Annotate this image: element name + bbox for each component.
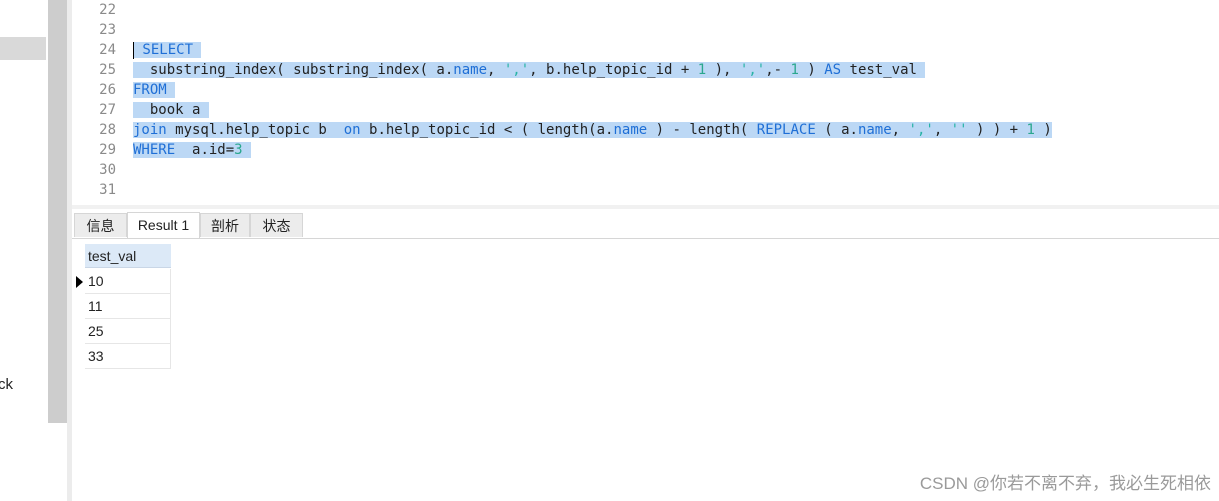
row-indicator[interactable] — [72, 344, 85, 369]
line-number: 26 — [99, 82, 116, 98]
result-tab-bar: 信息 Result 1 剖析 状态 — [72, 209, 1219, 239]
code-token: ) - length( — [647, 122, 757, 138]
left-sidebar: ck — [0, 0, 48, 501]
line-number: 27 — [99, 102, 116, 118]
code-token: , — [933, 122, 951, 138]
line-number: 31 — [99, 182, 116, 198]
code-token: ',' — [739, 62, 766, 78]
column-header-test-val[interactable]: test_val — [85, 244, 171, 268]
code-line[interactable]: WHERE a.id=3 — [133, 140, 252, 160]
line-number: 28 — [99, 122, 116, 138]
code-token: ) ) + — [967, 122, 1027, 138]
tab-info[interactable]: 信息 — [74, 213, 127, 237]
row-indicator[interactable] — [72, 269, 85, 294]
line-number: 24 — [99, 42, 116, 58]
code-token: mysql.help_topic b — [166, 122, 344, 138]
code-token: book a — [133, 102, 209, 118]
code-token: WHERE — [133, 142, 176, 158]
row-indicator[interactable] — [72, 319, 85, 344]
code-token: name — [857, 122, 892, 138]
code-token: AS — [824, 62, 842, 78]
code-token: 1 — [790, 62, 799, 78]
code-line[interactable]: SELECT — [133, 40, 202, 60]
line-number: 25 — [99, 62, 116, 78]
code-line[interactable]: join mysql.help_topic b on b.help_topic_… — [133, 120, 1052, 140]
code-token: , b.help_topic_id + — [529, 62, 698, 78]
code-token: ',' — [908, 122, 934, 138]
code-token: SELECT — [134, 42, 202, 58]
code-token: join — [133, 122, 167, 138]
result-cell[interactable]: 25 — [85, 319, 171, 344]
code-line[interactable]: book a — [133, 100, 209, 120]
code-token: name — [453, 62, 488, 78]
tab-result-1[interactable]: Result 1 — [127, 212, 200, 238]
code-token: a.id= — [175, 142, 235, 158]
result-cell[interactable]: 11 — [85, 294, 171, 319]
current-row-arrow-icon — [76, 276, 83, 288]
code-token: , — [891, 122, 909, 138]
code-token: 1 — [697, 62, 707, 78]
code-token: ) — [1034, 122, 1052, 138]
result-grid: test_val 10 11 25 33 — [72, 239, 1219, 501]
code-token: ) — [798, 62, 825, 78]
code-token: ), — [706, 62, 740, 78]
code-token: test_val — [841, 62, 926, 78]
sql-editor[interactable]: 22 23 24 SELECT 25 substring_index( substr… — [72, 0, 1219, 205]
code-token: , — [487, 62, 504, 78]
code-token: ',' — [503, 62, 530, 78]
code-token: FROM — [133, 82, 167, 98]
result-cell[interactable]: 10 — [85, 269, 171, 294]
code-token: on — [343, 122, 361, 138]
code-token: 3 — [234, 142, 243, 158]
csdn-watermark: CSDN @你若不离不弃，我必生死相依 — [919, 474, 1211, 493]
row-indicator[interactable] — [72, 294, 85, 319]
tab-status[interactable]: 状态 — [250, 213, 303, 237]
code-line[interactable]: FROM — [133, 80, 176, 100]
code-token: 1 — [1026, 122, 1035, 138]
line-number: 29 — [99, 142, 116, 158]
code-token: '' — [950, 122, 968, 138]
code-token: REPLACE — [756, 122, 816, 138]
line-number: 22 — [99, 2, 116, 18]
tab-profile[interactable]: 剖析 — [200, 213, 250, 237]
code-token: name — [613, 122, 648, 138]
code-line[interactable]: substring_index( substring_index( a.name… — [133, 60, 926, 80]
line-number: 23 — [99, 22, 116, 38]
code-token: b.help_topic_id < ( length(a. — [360, 122, 614, 138]
line-number: 30 — [99, 162, 116, 178]
vertical-scrollbar[interactable] — [48, 0, 67, 423]
code-token: ( a. — [815, 122, 858, 138]
code-token: substring_index( substring_index( a. — [133, 62, 454, 78]
result-cell[interactable]: 33 — [85, 344, 171, 369]
code-token: ,- — [765, 62, 791, 78]
sidebar-selected-item[interactable] — [0, 37, 46, 60]
sidebar-partial-label: ck — [0, 376, 13, 393]
